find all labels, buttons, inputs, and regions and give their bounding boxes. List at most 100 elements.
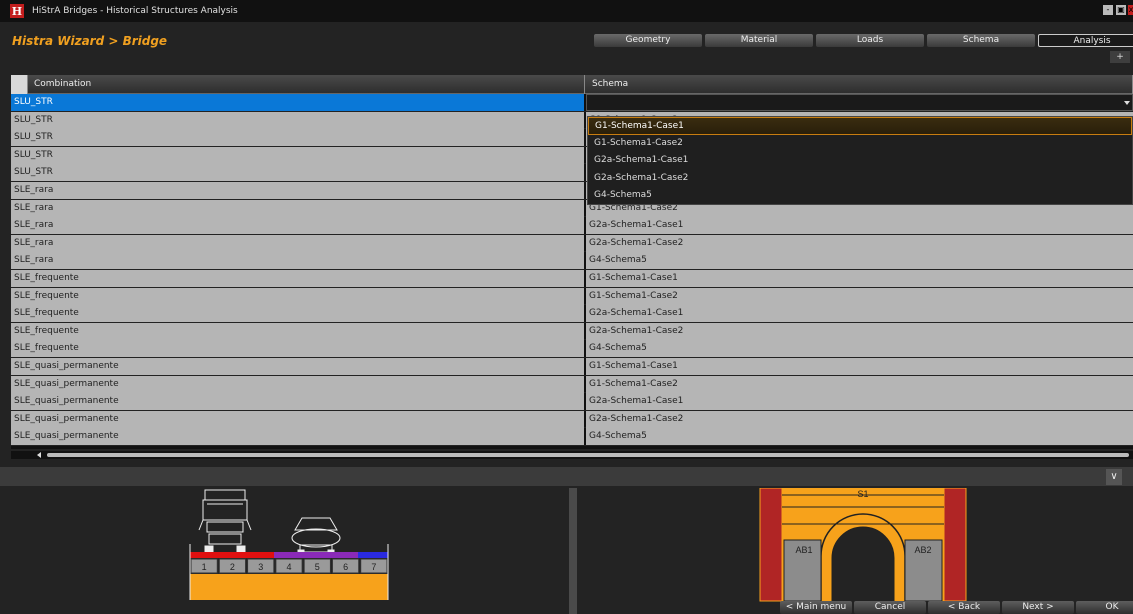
table-row[interactable]: SLE_frequente G1-Schema1-Case1 (11, 269, 1133, 288)
nav-button-ok[interactable]: OK (1076, 601, 1133, 614)
panel-splitter[interactable] (0, 467, 1133, 486)
panel-divider[interactable] (569, 488, 577, 614)
combination-cell[interactable]: SLE_quasi_permanente (11, 410, 584, 428)
wizard-tabs: Geometry Material Loads Schema Analysis (594, 34, 1133, 47)
schema-cell[interactable]: G2a-Schema1-Case1 (586, 393, 1133, 411)
combination-cell[interactable]: SLE_rara (11, 252, 584, 270)
deck-slab (190, 574, 388, 600)
close-button[interactable]: x (1128, 5, 1133, 15)
schema-cell[interactable]: G4-Schema5 (586, 340, 1133, 358)
schema-cell[interactable]: G1-Schema1-Case1 (586, 269, 1133, 287)
combination-cell[interactable]: SLE_rara (11, 181, 584, 199)
combination-cell[interactable]: SLE_frequente (11, 287, 584, 305)
dropdown-option[interactable]: G2a-Schema1-Case1 (588, 152, 1132, 170)
combination-cell[interactable]: SLE_rara (11, 234, 584, 252)
schema-cell[interactable]: G1-Schema1-Case2 (586, 375, 1133, 393)
combination-cell[interactable]: SLU_STR (11, 129, 584, 147)
schema-cell[interactable]: G1-Schema1-Case1 (586, 357, 1133, 375)
tab-geometry[interactable]: Geometry (594, 34, 702, 47)
tab-material[interactable]: Material (705, 34, 813, 47)
combination-cell[interactable]: SLE_frequente (11, 322, 584, 340)
title-bar: H HiStrA Bridges - Historical Structures… (0, 0, 1133, 22)
schema-cell[interactable]: G2a-Schema1-Case2 (586, 322, 1133, 340)
dropdown-option[interactable]: G1-Schema1-Case1 (588, 117, 1132, 135)
combination-cell[interactable]: SLE_quasi_permanente (11, 375, 584, 393)
table-row[interactable]: SLE_rara G4-Schema5 (11, 252, 1133, 270)
lane-label: 1 (202, 562, 207, 572)
lane-load-red (190, 552, 274, 558)
schema-dropdown-list: G1-Schema1-Case1 G1-Schema1-Case2 G2a-Sche… (587, 116, 1133, 205)
combination-cell[interactable]: SLE_quasi_permanente (11, 393, 584, 411)
schema-cell[interactable]: G4-Schema5 (586, 252, 1133, 270)
combination-cell[interactable]: SLE_frequente (11, 305, 584, 323)
nav-button-next[interactable]: Next > (1002, 601, 1074, 614)
horizontal-scrollbar[interactable] (11, 451, 1133, 459)
schema-cell[interactable] (586, 94, 1133, 111)
nav-button-back[interactable]: < Back (928, 601, 1000, 614)
table-row[interactable]: SLE_quasi_permanente G1-Schema1-Case1 (11, 357, 1133, 376)
deck-group: 1 2 3 4 5 6 7 (189, 544, 389, 600)
nav-button-cancel[interactable]: Cancel (854, 601, 926, 614)
dropdown-option[interactable]: G4-Schema5 (588, 187, 1132, 205)
maximize-button[interactable]: ▣ (1116, 5, 1126, 15)
table-row[interactable]: SLE_rara G2a-Schema1-Case2 (11, 234, 1133, 253)
right-abutment-label: AB2 (914, 545, 931, 555)
right-pier (943, 487, 967, 602)
schema-cell[interactable]: G2a-Schema1-Case1 (586, 305, 1133, 323)
combination-cell[interactable]: SLE_frequente (11, 269, 584, 287)
lane-load-blue (358, 552, 388, 558)
deck-cross-section-diagram: 1 2 3 4 5 6 7 (189, 489, 389, 600)
schema-cell[interactable]: G1-Schema1-Case2 (586, 287, 1133, 305)
car-icon (291, 517, 341, 556)
table-row[interactable]: SLE_frequente G2a-Schema1-Case2 (11, 322, 1133, 341)
combination-cell[interactable]: SLE_quasi_permanente (11, 357, 584, 375)
schema-cell[interactable]: G2a-Schema1-Case2 (586, 234, 1133, 252)
combination-cell[interactable]: SLE_frequente (11, 340, 584, 358)
column-header-combination[interactable]: Combination (28, 75, 585, 94)
nav-button-main-menu[interactable]: < Main menu (780, 601, 852, 614)
table-row[interactable]: SLE_quasi_permanente G4-Schema5 (11, 428, 1133, 446)
left-abutment-label: AB1 (795, 545, 812, 555)
schema-cell[interactable]: G2a-Schema1-Case2 (586, 410, 1133, 428)
combination-cell[interactable]: SLU_STR (11, 94, 584, 111)
tab-schema[interactable]: Schema (927, 34, 1035, 47)
scroll-left-icon[interactable] (37, 452, 41, 458)
minimize-button[interactable]: - (1103, 5, 1113, 15)
table-row[interactable]: SLE_quasi_permanente G2a-Schema1-Case2 (11, 410, 1133, 429)
combination-cell[interactable]: SLE_rara (11, 217, 584, 235)
dropdown-option[interactable]: G2a-Schema1-Case2 (588, 170, 1132, 188)
table-row[interactable]: SLE_frequente G2a-Schema1-Case1 (11, 305, 1133, 323)
chevron-down-icon[interactable] (1124, 101, 1130, 105)
deck-cross-section-panel: 1 2 3 4 5 6 7 (0, 488, 568, 614)
schema-cell[interactable]: G2a-Schema1-Case1 (586, 217, 1133, 235)
combination-cell[interactable]: SLE_quasi_permanente (11, 428, 584, 446)
tab-analysis[interactable]: Analysis (1038, 34, 1133, 47)
lane-label: 6 (343, 562, 348, 572)
combination-cell[interactable]: SLE_rara (11, 199, 584, 217)
table-row[interactable]: SLE_quasi_permanente G1-Schema1-Case2 (11, 375, 1133, 394)
left-pier (759, 487, 783, 602)
combination-cell[interactable]: SLU_STR (11, 146, 584, 164)
app-logo-icon: H (10, 4, 24, 18)
grid-header: Combination Schema (11, 75, 1133, 94)
wizard-navigation: < Main menu Cancel < Back Next > OK (780, 601, 1133, 614)
scrollbar-thumb[interactable] (47, 453, 1129, 457)
schema-cell[interactable]: G4-Schema5 (586, 428, 1133, 446)
span-label: S1 (857, 489, 868, 499)
lane-label: 4 (286, 562, 291, 572)
dropdown-option[interactable]: G1-Schema1-Case2 (588, 135, 1132, 153)
collapse-panel-button[interactable]: ∨ (1106, 469, 1122, 485)
combination-cell[interactable]: SLU_STR (11, 164, 584, 182)
arch-opening (831, 526, 895, 602)
table-row[interactable]: SLE_quasi_permanente G2a-Schema1-Case1 (11, 393, 1133, 411)
tab-loads[interactable]: Loads (816, 34, 924, 47)
table-row[interactable]: SLE_rara G2a-Schema1-Case1 (11, 217, 1133, 235)
table-row[interactable]: SLE_frequente G4-Schema5 (11, 340, 1133, 358)
combination-cell[interactable]: SLU_STR (11, 111, 584, 129)
table-row[interactable]: SLU_STR (11, 94, 1133, 112)
add-tab-button[interactable]: + (1110, 51, 1130, 63)
grid-corner[interactable] (11, 75, 28, 94)
column-header-schema[interactable]: Schema (586, 75, 1133, 94)
lane-label: 3 (258, 562, 263, 572)
table-row[interactable]: SLE_frequente G1-Schema1-Case2 (11, 287, 1133, 306)
